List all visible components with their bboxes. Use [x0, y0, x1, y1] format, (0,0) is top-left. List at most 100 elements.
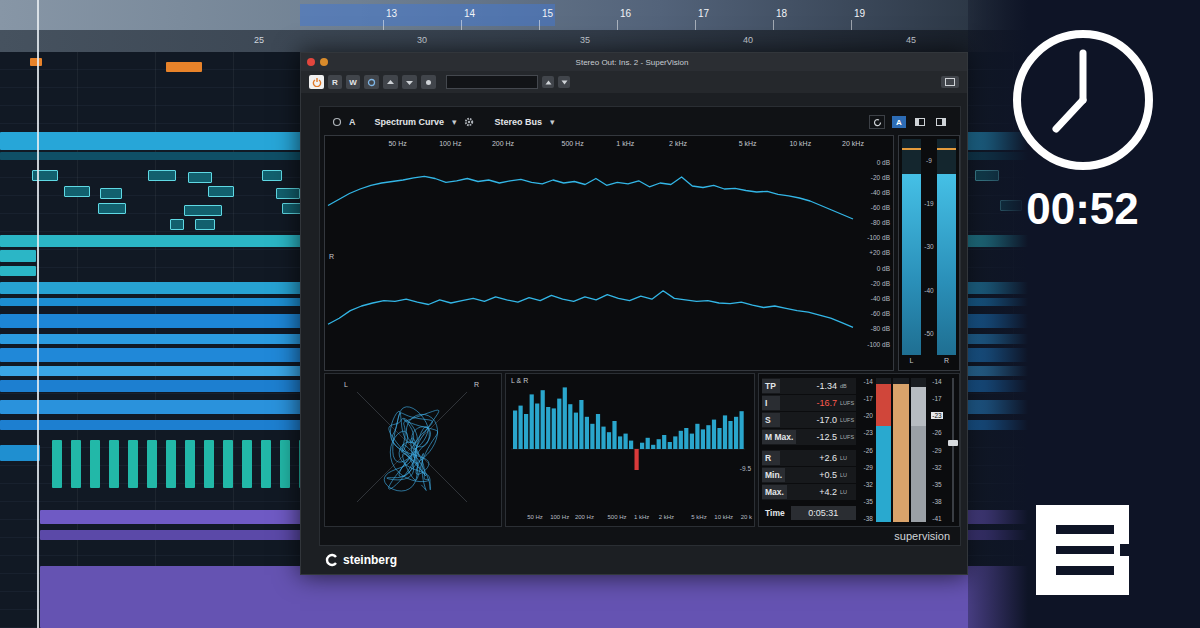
scale-label: -29	[931, 447, 942, 454]
band-bar	[646, 438, 650, 449]
spectrum-panel: 50 Hz100 Hz200 Hz500 Hz1 kHz2 kHz5 kHz10…	[324, 135, 894, 371]
frequency-tick: 100 Hz	[550, 514, 569, 520]
automation-button[interactable]: W	[346, 75, 360, 89]
toolbar-icon-button[interactable]	[383, 75, 398, 89]
compare-icon	[386, 78, 395, 87]
db-tick: -100 dB	[867, 234, 890, 241]
arrow-down-icon	[561, 79, 568, 86]
slot-record-icon	[332, 117, 342, 127]
scale-label: -41	[931, 515, 942, 522]
view-a-button[interactable]: A	[892, 116, 906, 128]
preset-down-button[interactable]	[558, 76, 570, 88]
band-bar	[535, 404, 539, 450]
loudness-unit: LU	[840, 489, 856, 495]
frequency-tick: 10 kHz	[789, 140, 811, 147]
frequency-tick: 100 Hz	[439, 140, 462, 147]
icon-shape	[545, 80, 551, 84]
time-number: 45	[906, 35, 916, 45]
level-meter: -9-19-30-40-50LR	[898, 135, 960, 371]
clock-hand	[1079, 53, 1086, 100]
close-button[interactable]	[307, 58, 315, 66]
db-tick: -40 dB	[871, 189, 890, 196]
loudness-unit: dB	[840, 383, 856, 389]
band-bar	[624, 434, 628, 449]
frequency-tick: 2 kHz	[659, 514, 674, 520]
automation-button[interactable]: R	[328, 75, 342, 89]
preset-field[interactable]	[446, 75, 538, 89]
band-bar	[629, 441, 633, 449]
band-bar	[596, 414, 600, 449]
midi-clip	[276, 188, 300, 199]
band-bar	[563, 387, 567, 449]
loudness-track	[911, 378, 926, 522]
meter-channel-label: L	[902, 357, 921, 367]
bus-selector[interactable]: Stereo Bus▾	[495, 117, 555, 127]
ruler-tick	[617, 20, 618, 30]
band-bar	[701, 429, 705, 449]
ruler-tick	[461, 20, 462, 30]
band-bar	[657, 439, 661, 449]
frequency-tick: 500 Hz	[607, 514, 626, 520]
db-tick: -40 dB	[871, 295, 890, 302]
clip	[0, 266, 36, 276]
gear-icon[interactable]	[464, 117, 474, 127]
logo-notch	[1120, 544, 1129, 556]
loudness-value: +4.2	[790, 487, 837, 497]
logo-block	[1036, 505, 1129, 595]
toolbar-icon-button[interactable]	[421, 75, 436, 89]
target-fader[interactable]	[948, 378, 958, 522]
db-tick: 0 dB	[877, 265, 890, 272]
ruler-tick	[773, 20, 774, 30]
stage: 131415161718192530354045Stereo Out: Ins.…	[0, 0, 1200, 628]
spectrum-curve	[328, 291, 853, 328]
midi-clip	[282, 203, 302, 214]
db-tick: 0 dB	[877, 159, 890, 166]
toolbar-icon-button[interactable]	[364, 75, 379, 89]
icon-shape	[874, 119, 880, 125]
loudness-fill	[911, 387, 926, 522]
loudness-label: Max.	[762, 485, 787, 499]
icon-shape	[426, 80, 431, 85]
band-bar	[612, 421, 616, 449]
frequency-tick: 1 kHz	[616, 140, 634, 147]
multiband-display: L & R-9.550 Hz100 Hz200 Hz500 Hz1 kHz2 k…	[505, 373, 755, 527]
loudness-label: M Max.	[762, 430, 796, 444]
window-footer: steinberg	[301, 546, 967, 574]
loudness-row: S-17.0LUFS	[762, 412, 856, 428]
minimize-button[interactable]	[320, 58, 328, 66]
band-bar	[635, 449, 639, 470]
scale-label: -29	[864, 464, 873, 471]
band-bar	[585, 417, 589, 449]
spacer	[301, 93, 967, 106]
loudness-track	[893, 378, 908, 522]
steinberg-logo-icon	[325, 553, 339, 567]
window-button[interactable]	[913, 116, 927, 128]
sync-button[interactable]	[869, 115, 885, 129]
clip	[52, 440, 62, 488]
module-selector[interactable]: Spectrum Curve▾	[375, 117, 457, 127]
meter-scale-label: -19	[924, 200, 933, 207]
meter-fill	[937, 174, 956, 355]
meter-scale-label: -40	[924, 287, 933, 294]
bypass-button[interactable]	[309, 75, 324, 89]
toolbar-icon-button[interactable]	[402, 75, 417, 89]
layout-button[interactable]	[941, 76, 959, 88]
loop-range	[300, 4, 555, 26]
midi-clip	[184, 205, 222, 216]
icon-shape	[406, 81, 413, 85]
scale-label: -14	[864, 378, 873, 385]
loudness-bars	[876, 378, 926, 522]
bar-number: 16	[620, 8, 631, 19]
preset-up-button[interactable]	[542, 76, 554, 88]
panel-button[interactable]	[934, 116, 948, 128]
loudness-value: -12.5	[799, 432, 837, 442]
automation-label: R	[332, 78, 338, 87]
scale-label: -14	[931, 378, 942, 385]
timer-overlay: 00:52	[995, 0, 1200, 628]
loudness-row: I-16.7LUFS	[762, 395, 856, 411]
loudness-value: +0.5	[788, 470, 837, 480]
clip	[71, 440, 81, 488]
band-bar	[668, 442, 672, 449]
db-tick: +20 dB	[869, 249, 890, 256]
band-bar	[673, 436, 677, 449]
